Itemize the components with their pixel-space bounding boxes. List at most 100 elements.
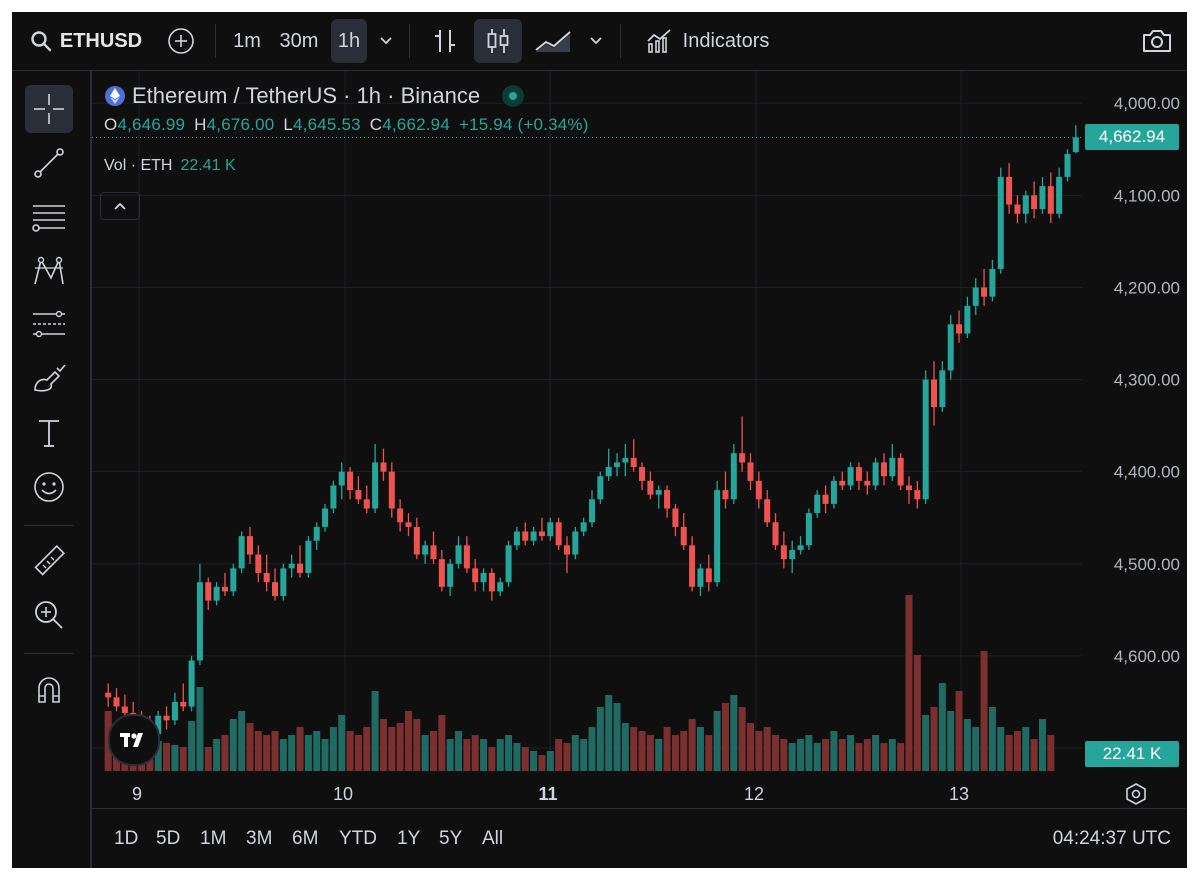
volume-bar bbox=[613, 703, 621, 771]
volume-bar bbox=[446, 739, 454, 771]
volume-bar bbox=[338, 715, 346, 771]
volume-bar bbox=[671, 735, 679, 771]
price-chart[interactable]: 4,700.004,600.004,500.004,400.004,300.00… bbox=[92, 71, 1187, 808]
time-axis-label: 10 bbox=[333, 784, 353, 804]
volume-bar bbox=[396, 723, 404, 771]
fib-retracement-tool[interactable] bbox=[25, 193, 73, 241]
candle-body bbox=[672, 508, 679, 527]
volume-bar bbox=[363, 727, 371, 771]
candles-icon bbox=[487, 29, 509, 53]
volume-value: 22.41 K bbox=[180, 157, 236, 174]
area-chart-type-button[interactable] bbox=[530, 12, 576, 70]
volume-bar bbox=[571, 735, 579, 771]
forecast-tool[interactable] bbox=[25, 301, 73, 349]
tradingview-logo[interactable] bbox=[108, 714, 160, 766]
candle-body bbox=[505, 545, 512, 583]
candle-body bbox=[113, 697, 120, 707]
range-3M[interactable]: 3M bbox=[246, 809, 272, 868]
candle-body bbox=[213, 586, 220, 601]
volume-legend: Vol · ETH 22.41 K bbox=[104, 157, 236, 175]
candle-body bbox=[205, 582, 212, 601]
compare-symbol-button[interactable] bbox=[162, 12, 200, 70]
utc-clock[interactable]: 04:24:37 UTC bbox=[1053, 809, 1171, 868]
magnet-tool[interactable] bbox=[25, 665, 73, 713]
zoom-in-tool[interactable] bbox=[25, 591, 73, 639]
volume-bar bbox=[379, 719, 387, 771]
candle-body bbox=[797, 545, 804, 550]
range-1Y[interactable]: 1Y bbox=[397, 809, 420, 868]
crosshair-tool[interactable] bbox=[25, 85, 73, 133]
volume-bar bbox=[438, 715, 446, 771]
volume-bar bbox=[371, 691, 379, 771]
settings-gear-icon[interactable] bbox=[1125, 783, 1147, 805]
volume-bar bbox=[888, 739, 896, 771]
ethereum-logo-icon bbox=[105, 86, 125, 106]
volume-bar bbox=[563, 743, 571, 771]
candle-body bbox=[605, 467, 612, 477]
range-5Y[interactable]: 5Y bbox=[439, 809, 462, 868]
candle-body bbox=[780, 545, 787, 560]
crosshair-icon bbox=[34, 94, 64, 124]
range-YTD[interactable]: YTD bbox=[339, 809, 377, 868]
volume-bar bbox=[263, 735, 271, 771]
drawing-toolbar-divider bbox=[24, 525, 74, 526]
candle-body bbox=[1014, 204, 1021, 214]
snapshot-button[interactable] bbox=[1136, 12, 1178, 70]
bar-chart-type-button[interactable] bbox=[424, 12, 466, 70]
volume-bar bbox=[822, 739, 830, 771]
candle-body bbox=[196, 582, 203, 661]
brush-tool[interactable] bbox=[25, 355, 73, 403]
candle-body bbox=[622, 457, 629, 463]
candle-body bbox=[972, 287, 979, 306]
candle-body bbox=[747, 462, 754, 481]
candle-body bbox=[739, 453, 746, 463]
volume-bar bbox=[480, 739, 488, 771]
volume-bar bbox=[696, 727, 704, 771]
indicators-label: Indicators bbox=[682, 29, 770, 52]
emoji-tool[interactable] bbox=[25, 463, 73, 511]
indicators-button[interactable]: Indicators bbox=[638, 12, 776, 70]
candle-body bbox=[230, 568, 237, 592]
measure-tool[interactable] bbox=[25, 537, 73, 585]
volume-bar bbox=[930, 707, 938, 771]
candle-body bbox=[422, 545, 429, 555]
collapse-legend-button[interactable] bbox=[100, 192, 140, 220]
range-5D[interactable]: 5D bbox=[156, 809, 180, 868]
volume-bar bbox=[855, 743, 863, 771]
range-all[interactable]: All bbox=[482, 809, 503, 868]
volume-bar bbox=[421, 735, 429, 771]
volume-bar bbox=[288, 735, 296, 771]
volume-bar bbox=[938, 683, 946, 771]
interval-1m[interactable]: 1m bbox=[226, 12, 268, 70]
interval-30m[interactable]: 30m bbox=[274, 12, 324, 70]
candle-body bbox=[755, 480, 762, 500]
price-tick-label: 4,300.00 bbox=[1114, 371, 1180, 390]
interval-1h[interactable]: 1h bbox=[331, 19, 367, 63]
candle-body bbox=[322, 508, 329, 527]
range-6M[interactable]: 6M bbox=[292, 809, 318, 868]
volume-bar bbox=[830, 731, 838, 771]
volume-bar bbox=[947, 711, 955, 771]
candles-chart-type-button[interactable] bbox=[474, 19, 522, 63]
trend-line-tool[interactable] bbox=[25, 139, 73, 187]
candle-body bbox=[722, 490, 729, 500]
pattern-tool[interactable] bbox=[25, 247, 73, 295]
volume-bar bbox=[780, 739, 788, 771]
toolbar-divider bbox=[620, 24, 621, 58]
interval-dropdown[interactable] bbox=[372, 12, 400, 70]
text-tool[interactable] bbox=[25, 409, 73, 457]
chevron-down-icon bbox=[380, 37, 392, 45]
volume-bar bbox=[972, 727, 980, 771]
volume-bar bbox=[905, 595, 913, 771]
chart-pane[interactable]: 4,700.004,600.004,500.004,400.004,300.00… bbox=[92, 71, 1187, 868]
volume-bar bbox=[721, 703, 729, 771]
range-1D[interactable]: 1D bbox=[114, 809, 138, 868]
symbol-search[interactable]: ETHUSD bbox=[26, 12, 146, 70]
chart-type-dropdown[interactable] bbox=[582, 12, 610, 70]
range-1M[interactable]: 1M bbox=[200, 809, 226, 868]
high-value: 4,676.00 bbox=[206, 115, 275, 134]
open-label: O bbox=[104, 115, 118, 134]
candle-body bbox=[889, 457, 896, 477]
volume-bar bbox=[988, 707, 996, 771]
chevron-down-icon bbox=[590, 37, 602, 45]
